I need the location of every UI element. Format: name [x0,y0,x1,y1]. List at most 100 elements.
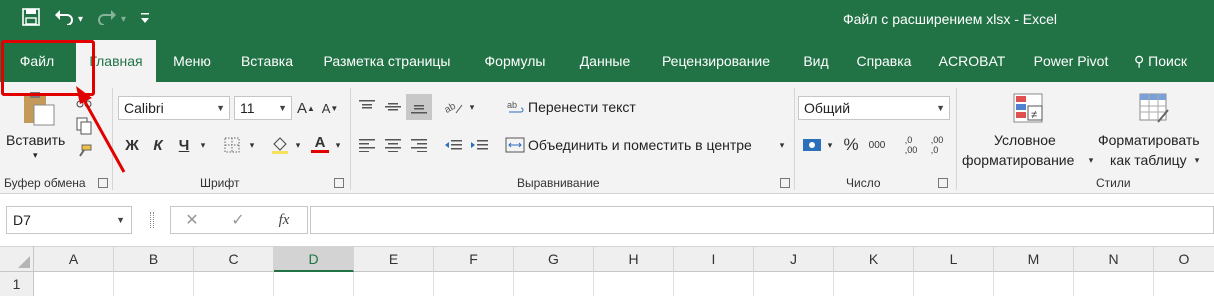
gridline [1073,272,1074,296]
column-header-a[interactable]: A [34,246,114,272]
column-header-l[interactable]: L [914,246,994,272]
ribbon-separator [794,88,795,190]
gridline [993,272,994,296]
formula-buttons: ✕ ✓ fx [170,206,308,234]
column-header-c[interactable]: C [194,246,274,272]
borders-icon[interactable] [220,134,244,156]
gridline [513,272,514,296]
format-as-table-label-1[interactable]: Форматировать [1098,132,1200,148]
font-size-dropdown-icon[interactable]: ▼ [278,97,287,119]
insert-function-icon[interactable]: fx [271,209,297,231]
orientation-icon[interactable]: ab [442,96,466,118]
gridline [1153,272,1154,296]
wrap-text-button[interactable]: Перенести текст [528,99,636,115]
alignment-launcher-icon[interactable] [780,178,790,188]
select-all-corner[interactable] [0,246,34,272]
shrink-font-glyph: A [321,100,331,116]
font-name-value: Calibri [124,100,164,116]
increase-decimal-button[interactable]: ,0 ,00 [900,132,922,158]
decrease-indent-icon[interactable] [442,134,464,156]
column-header-k[interactable]: K [834,246,914,272]
svg-text:ab: ab [507,100,517,110]
column-header-h[interactable]: H [594,246,674,272]
number-group-label: Число [846,176,881,190]
gridline [433,272,434,296]
column-header-j[interactable]: J [754,246,834,272]
grow-font-icon[interactable]: A ▲ [296,96,316,120]
grow-font-glyph: A [297,99,308,117]
merge-dropdown-icon[interactable]: ▾ [776,134,788,156]
conditional-formatting-label-1[interactable]: Условное [994,132,1056,148]
font-launcher-icon[interactable] [334,178,344,188]
font-name-dropdown-icon[interactable]: ▼ [216,97,225,119]
fill-color-dropdown-icon[interactable]: ▾ [292,134,304,156]
wrap-text-icon[interactable]: ab [506,96,526,118]
format-as-table-dropdown-icon[interactable]: ▾ [1192,152,1202,168]
bold-button[interactable]: Ж [122,134,142,156]
number-launcher-icon[interactable] [938,178,948,188]
percent-button[interactable]: % [840,134,862,156]
align-middle-icon[interactable] [382,96,404,118]
number-format-combo[interactable]: Общий ▼ [798,96,950,120]
gridline [833,272,834,296]
name-box-value: D7 [13,212,31,228]
accounting-format-icon[interactable] [800,134,824,156]
column-header-i[interactable]: I [674,246,754,272]
column-header-b[interactable]: B [114,246,194,272]
align-center-icon[interactable] [382,134,404,156]
conditional-formatting-dropdown-icon[interactable]: ▾ [1086,152,1096,168]
number-format-value: Общий [804,100,851,116]
row-header-1[interactable]: 1 [0,272,34,296]
column-header-m[interactable]: M [994,246,1074,272]
font-name-combo[interactable]: Calibri ▼ [118,96,230,120]
underline-button[interactable]: Ч [174,134,194,156]
align-top-icon[interactable] [356,96,378,118]
font-color-dropdown-icon[interactable]: ▾ [332,134,344,156]
orientation-dropdown-icon[interactable]: ▾ [466,96,478,118]
name-box[interactable]: D7 ▼ [6,206,132,234]
align-right-icon[interactable] [408,134,430,156]
column-header-n[interactable]: N [1074,246,1154,272]
formula-bar-grip[interactable] [150,212,154,228]
gridline [113,272,114,296]
borders-dropdown-icon[interactable]: ▾ [246,134,258,156]
decrease-decimal-button[interactable]: ,00 ,0 [926,132,948,158]
align-left-icon[interactable] [356,134,378,156]
column-header-g[interactable]: G [514,246,594,272]
number-format-dropdown-icon[interactable]: ▼ [936,97,945,119]
comma-style-button[interactable]: 000 [864,134,890,156]
gridline [913,272,914,296]
alignment-group-label: Выравнивание [517,176,600,190]
conditional-formatting-label-2[interactable]: форматирование [962,152,1074,168]
gridline [273,272,274,296]
gridline [593,272,594,296]
font-size-combo[interactable]: 11 ▼ [234,96,292,120]
ribbon-separator [956,88,957,190]
increase-indent-icon[interactable] [468,134,490,156]
font-group-label: Шрифт [200,176,240,190]
format-as-table-label-2[interactable]: как таблицу [1110,152,1187,168]
fill-color-icon[interactable] [268,132,292,156]
formula-input[interactable] [310,206,1214,234]
merge-center-icon[interactable] [504,134,526,156]
column-header-f[interactable]: F [434,246,514,272]
gridline [673,272,674,296]
font-color-icon[interactable]: A [308,132,332,156]
underline-dropdown-icon[interactable]: ▾ [196,134,210,156]
column-header-d[interactable]: D [274,246,354,272]
column-header-o[interactable]: O [1154,246,1214,272]
font-color-glyph: A [314,134,326,151]
conditional-formatting-icon[interactable]: ≠ [1008,90,1048,126]
accounting-dropdown-icon[interactable]: ▾ [824,134,836,156]
name-box-dropdown-icon[interactable]: ▼ [116,207,125,233]
svg-text:≠: ≠ [1031,109,1037,121]
enter-icon[interactable]: ✓ [225,209,251,231]
cancel-icon[interactable]: ✕ [179,209,205,231]
align-bottom-icon[interactable] [406,94,432,120]
merge-center-button[interactable]: Объединить и поместить в центре [528,137,752,153]
italic-button[interactable]: К [148,134,168,156]
column-header-e[interactable]: E [354,246,434,272]
format-as-table-icon[interactable] [1134,90,1174,126]
shrink-font-icon[interactable]: A ▼ [320,96,340,120]
cell-row[interactable] [34,272,1214,296]
